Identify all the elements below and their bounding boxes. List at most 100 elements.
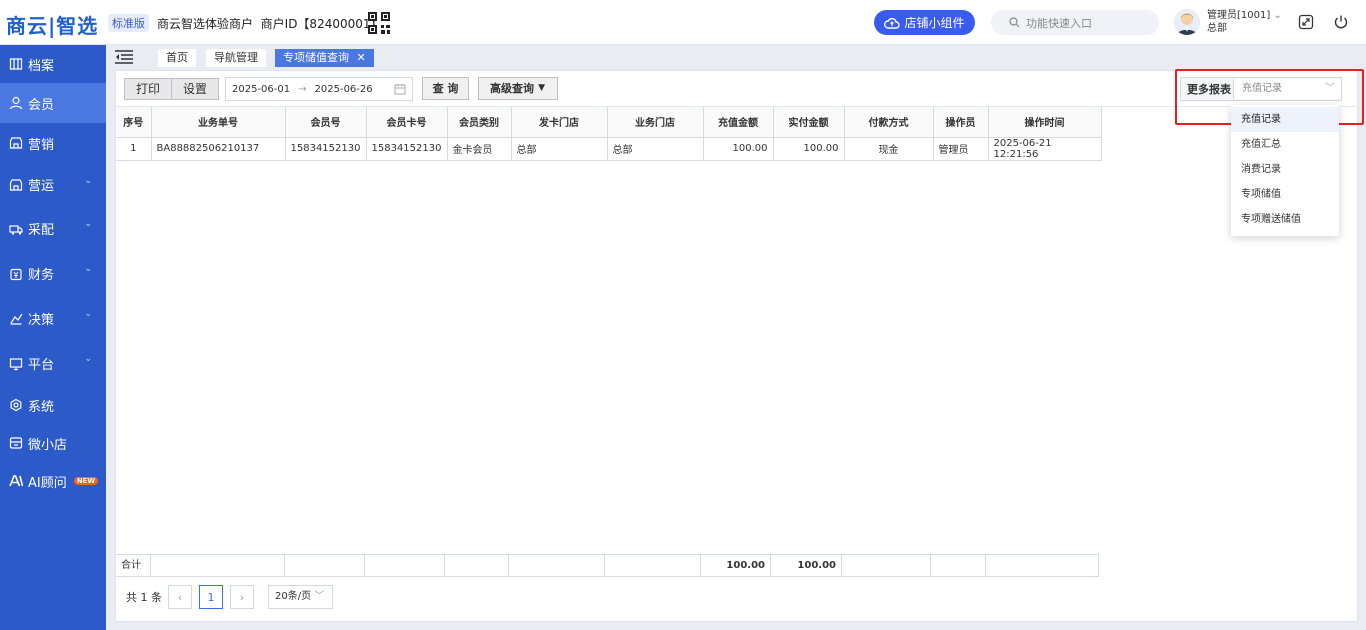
sidebar-item-member[interactable]: 会员 [0, 83, 106, 123]
column-header[interactable]: 会员号 [285, 107, 367, 138]
close-icon[interactable]: ✕ [357, 51, 366, 64]
table-row[interactable]: 1 BA88882506210137 15834152130 158341521… [116, 137, 1102, 161]
tab-home[interactable]: 首页 [158, 49, 196, 67]
column-header[interactable]: 序号 [116, 107, 152, 138]
footer-cell [605, 555, 701, 576]
cell-operator: 管理员 [933, 137, 989, 161]
quick-search-input[interactable]: 功能快速入口 [991, 10, 1159, 35]
cloud-icon [884, 17, 901, 29]
sidebar-item-system[interactable]: 系统 [0, 386, 106, 424]
shop-icon [9, 437, 23, 449]
sidebar-item-ai-advisor[interactable]: AI顾问 NEW [0, 462, 106, 500]
dropdown-option[interactable]: 专项储值 [1231, 182, 1339, 207]
avatar[interactable] [1174, 9, 1200, 35]
toolbar: 打印 设置 2025-06-01 → 2025-06-26 查 询 高级查询 ▼… [116, 71, 1357, 107]
power-icon[interactable] [1333, 14, 1349, 30]
sidebar-item-label: 会员 [28, 97, 55, 113]
sidebar-item-platform[interactable]: 平台 ⌄ [0, 341, 106, 386]
sidebar-item-label: 营销 [28, 137, 55, 153]
sidebar-item-label: 平台 [28, 358, 55, 373]
top-bar: 商云|智选 标准版 商云智选体验商户 商户ID【82400001】 店铺小组件 … [0, 0, 1366, 45]
sidebar-item-procurement[interactable]: 采配 ⌄ [0, 206, 106, 251]
column-header[interactable]: 实付金额 [773, 107, 845, 138]
store-icon [9, 178, 23, 191]
tab-label: 导航管理 [214, 51, 258, 64]
tab-navigation[interactable]: 导航管理 [206, 49, 266, 67]
toolbar-button-group: 打印 设置 [124, 78, 220, 100]
chevron-down-icon: ⌄ [84, 219, 92, 229]
column-header[interactable]: 操作员 [933, 107, 989, 138]
print-button[interactable]: 打印 [125, 79, 172, 99]
column-header[interactable]: 会员类别 [447, 107, 512, 138]
date-end[interactable]: 2025-06-26 [315, 84, 373, 95]
ai-icon [9, 475, 23, 487]
tab-special-stored-value[interactable]: 专项储值查询 ✕ [275, 49, 374, 67]
main-content: 打印 设置 2025-06-01 → 2025-06-26 查 询 高级查询 ▼… [115, 70, 1358, 622]
sidebar-item-operations[interactable]: 营运 ⌄ [0, 163, 106, 206]
dropdown-option[interactable]: 专项赠送储值 [1231, 207, 1339, 232]
sidebar: 档案 会员 营销 营运 ⌄ 采配 ⌄ 财务 ⌄ 决策 ⌄ 平台 ⌄ 系统 微小店 [0, 45, 106, 630]
fullscreen-icon[interactable] [1298, 14, 1314, 30]
column-header[interactable]: 业务单号 [151, 107, 286, 138]
sidebar-item-marketing[interactable]: 营销 [0, 123, 106, 163]
column-header[interactable]: 付款方式 [844, 107, 934, 138]
page-number-button[interactable]: 1 [199, 585, 223, 609]
query-button[interactable]: 查 询 [422, 77, 469, 100]
report-type-dropdown: 充值记录 充值汇总 消费记录 专项储值 专项赠送储值 [1231, 105, 1339, 236]
sidebar-item-micro-shop[interactable]: 微小店 [0, 424, 106, 462]
menu-collapse-icon[interactable] [115, 50, 133, 64]
dropdown-option[interactable]: 消费记录 [1231, 157, 1339, 182]
sidebar-item-finance[interactable]: 财务 ⌄ [0, 251, 106, 296]
dropdown-option[interactable]: 充值汇总 [1231, 132, 1339, 157]
column-header[interactable]: 发卡门店 [511, 107, 608, 138]
footer-cell [931, 555, 986, 576]
search-icon [1009, 17, 1020, 28]
sidebar-item-label: 营运 [28, 179, 55, 194]
caret-down-icon: ▼ [538, 83, 545, 93]
pagination: 共 1 条 ‹ 1 › 20条/页 ﹀ [116, 584, 333, 610]
date-start[interactable]: 2025-06-01 [232, 84, 290, 95]
cell-member-type: 金卡会员 [447, 137, 512, 161]
footer-cell [445, 555, 509, 576]
sidebar-item-label: 档案 [28, 58, 55, 74]
new-badge: NEW [73, 477, 99, 485]
cell-paid-amount: 100.00 [773, 137, 845, 161]
settings-button[interactable]: 设置 [171, 79, 219, 99]
shop-widget-button[interactable]: 店铺小组件 [874, 10, 975, 35]
tab-label: 首页 [166, 51, 188, 64]
sidebar-item-decision[interactable]: 决策 ⌄ [0, 296, 106, 341]
footer-cell [285, 555, 365, 576]
sidebar-item-label: 财务 [28, 268, 55, 283]
date-range-picker[interactable]: 2025-06-01 → 2025-06-26 [225, 77, 413, 101]
cell-recharge-amount: 100.00 [703, 137, 774, 161]
arrow-right-icon: → [298, 83, 307, 95]
merchant-id: 商户ID【82400001】 [260, 17, 383, 31]
page-size-value: 20条/页 [275, 591, 312, 602]
column-header[interactable]: 充值金额 [703, 107, 774, 138]
column-header[interactable]: 会员卡号 [366, 107, 448, 138]
sidebar-item-label: 微小店 [28, 437, 68, 453]
merchant-name: 商云智选体验商户 [157, 17, 254, 31]
next-page-button[interactable]: › [230, 585, 254, 609]
column-header[interactable]: 操作时间 [988, 107, 1102, 138]
app-logo[interactable]: 商云|智选 [6, 10, 98, 39]
store-icon [9, 137, 23, 149]
prev-page-button[interactable]: ‹ [168, 585, 192, 609]
gear-icon [10, 398, 22, 412]
column-header[interactable]: 业务门店 [607, 107, 704, 138]
calendar-icon [394, 84, 406, 95]
truck-icon [9, 224, 23, 235]
chevron-left-icon: ‹ [177, 590, 183, 604]
dropdown-option[interactable]: 充值记录 [1231, 107, 1339, 132]
advanced-query-button[interactable]: 高级查询 ▼ [478, 77, 558, 100]
user-menu[interactable]: 管理员[1001] ⌄ 总部 [1207, 9, 1282, 35]
footer-cell [365, 555, 445, 576]
cell-order-no: BA88882506210137 [151, 137, 286, 161]
shop-widget-label: 店铺小组件 [904, 16, 965, 30]
quick-search-placeholder: 功能快速入口 [1026, 16, 1092, 30]
chevron-down-icon: ⌄ [84, 354, 92, 364]
sidebar-item-archive[interactable]: 档案 [0, 45, 106, 83]
qr-code-icon[interactable] [368, 12, 390, 34]
page-size-select[interactable]: 20条/页 ﹀ [268, 585, 333, 609]
cell-operation-time: 2025-06-21 12:21:56 [988, 137, 1102, 161]
